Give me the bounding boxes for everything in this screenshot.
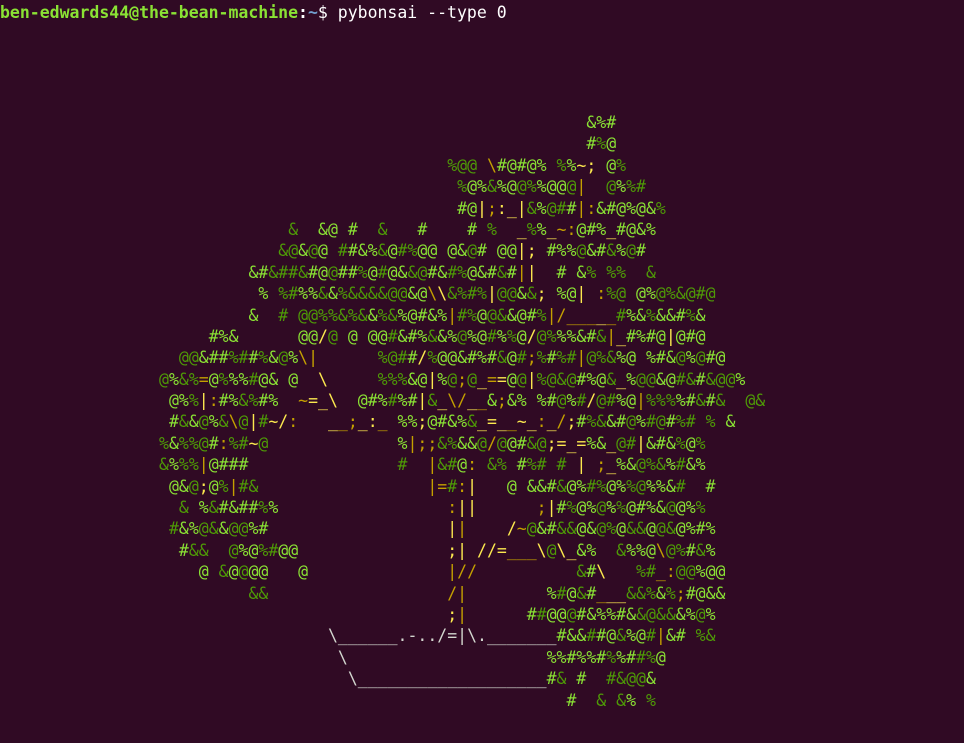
bonsai-row: @ &@@@@ @ |// &#\ %#_:@@%@@ — [198, 562, 726, 582]
bonsai-row: & &@ # & # # % _%%_~:@#%_#@&% — [288, 219, 656, 239]
bonsai-row: %@@ \#@#@% %%~; @% — [447, 155, 627, 175]
command-text: pybonsai --type 0 — [337, 3, 507, 22]
bonsai-row: \___________________#& # #&@@& — [347, 669, 656, 689]
bonsai-row: %&%%@#:%#~@ %|;;&%&&@/@@#&@;=_=%&_@#|&#&… — [159, 433, 706, 453]
bonsai-row: & %&#&##%% :|| ;|#%@%@%%@#%&@@%% — [178, 498, 706, 518]
bonsai-row: && /| %#@&#___&&%&%;#@&& — [248, 583, 726, 603]
prompt-separator: : — [298, 3, 308, 22]
prompt-line: ben-edwards44@the-bean-machine:~$ pybons… — [0, 2, 507, 24]
bonsai-row: \______.-../=|\._______#&&##@&%@#|&# %& — [327, 626, 716, 646]
bonsai-row: # & &% % — [566, 690, 656, 710]
bonsai-row: \ %%#%%#%%##%@ — [337, 647, 666, 667]
bonsai-row: @%&%=@%%%#@& @ \ %%%&@|%@;@_==@@|%@&@#%@… — [159, 369, 746, 389]
bonsai-row: &%%%|@### # |&#@: &% #%# # | ;_%&@%&%#&% — [159, 455, 706, 475]
bonsai-row: @%%|:#%&%#% ~=_\ @#%#%#|&_\/__&;&% %#@%#… — [168, 391, 766, 411]
terminal-window[interactable]: ben-edwards44@the-bean-machine:~$ pybons… — [0, 0, 964, 743]
bonsai-row: &@&@@ ##&%&@#%@@ @&@# @@|; #%%@&#&%@# — [278, 241, 646, 261]
prompt-dollar: $ — [317, 3, 328, 22]
bonsai-row: %@%&%@@%%@@@| @%%# — [457, 177, 646, 197]
bonsai-row: #&&@%&\@|#~/: __;_:_ %%;@#&%&_=__~_:_/;#… — [168, 412, 736, 432]
bonsai-row: #%@ — [586, 134, 617, 154]
bonsai-ascii-art: &%# #%@ %@@ \#@#@% %%~; @% %@%&%@@%%@@@|… — [0, 112, 765, 711]
bonsai-row: % %#%%&&%&&&&@@&@\\&%#%|@@&&; %@| :%@ @%… — [258, 284, 716, 304]
bonsai-row: @@&##%##%&@%\| %@##/%@@&#%#&@#;%#%#|@%&%… — [178, 348, 726, 368]
bonsai-row: & # @@%%&%&&%&%@#&%|#%@@&&@#%|/_____#%&%… — [248, 305, 706, 325]
prompt-cwd: ~ — [307, 3, 318, 22]
prompt-user-host: ben-edwards44@the-bean-machine — [0, 3, 299, 22]
bonsai-row: @&@;@%|#& |=#:| @ &&#&@%#%@%%@%%&# # — [168, 476, 716, 496]
bonsai-row: &%# — [586, 113, 617, 132]
bonsai-row: #&& @%@%#@@ ;| //=___\@\_&% &%%@\@%#&% — [178, 540, 716, 560]
bonsai-row: #%& @@/@ @ @@#&#%&&%@%@#%%@/@%%%&#&|_#%#… — [208, 326, 706, 346]
bonsai-row: #&%@&&@@%# || /~@&#&&@&@%@&&@@&@%#% — [168, 519, 716, 539]
bonsai-row: &#&##&#@@##%@#@&&@#&#%@&#&#|| # &% %% & — [248, 262, 656, 282]
bonsai-row: #@|;:_|&%@##|:&#@%@&% — [457, 198, 666, 218]
bonsai-row: ;| ##@@@#&%%#&&@&&&%@% — [447, 604, 716, 624]
